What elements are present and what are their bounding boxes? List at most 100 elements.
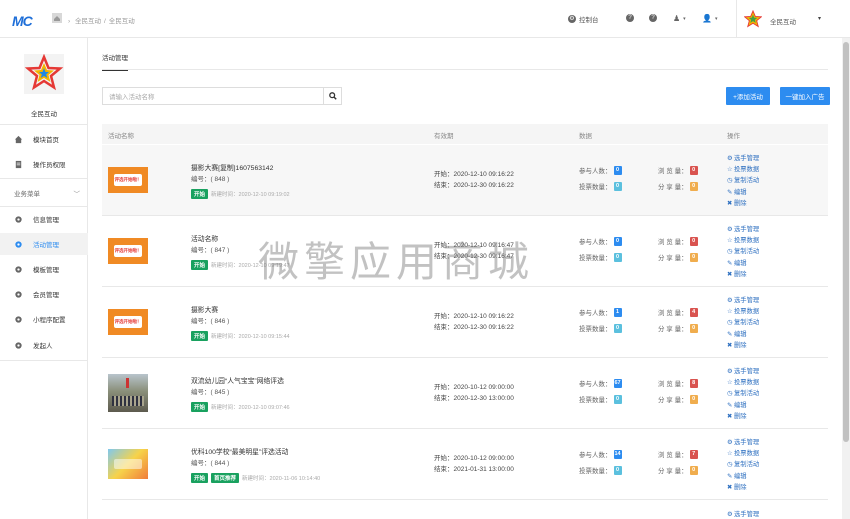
shares-stat: 分 享 量： 0 (658, 181, 698, 191)
row-actions: ⚙选手管理 ☆投票数据 ◷ 复制活动 ✎ 编辑 ✖ 删除 (727, 153, 759, 209)
sidebar-item-operator-permissions[interactable]: 操作员权限 (0, 153, 88, 175)
notification-bell-icon[interactable]: ♟ ▾ (673, 14, 686, 23)
delete-link[interactable]: ✖ 删除 (727, 482, 759, 493)
views-stat: 浏 览 量： 0 (658, 236, 698, 246)
sidebar-item-module-home[interactable]: 模块首页 (0, 128, 88, 150)
manage-contestants-link[interactable]: ⚙选手管理 (727, 437, 759, 448)
gear-icon: ⚙ (727, 297, 733, 304)
vote-data-link[interactable]: ☆投票数据 (727, 164, 759, 175)
star-avatar-icon[interactable] (744, 10, 762, 28)
brand-logo[interactable]: MC (12, 13, 33, 29)
delete-link[interactable]: ✖ 删除 (727, 340, 759, 351)
manage-contestants-link[interactable]: ⚙选手管理 (727, 509, 759, 519)
sidebar-item-activity-management[interactable]: 活动管理 (0, 233, 88, 255)
delete-link[interactable]: ✖ 删除 (727, 411, 759, 422)
sidebar-item-template-management[interactable]: 模板管理 (0, 258, 88, 280)
vote-data-link[interactable]: ☆投票数据 (727, 448, 759, 459)
created-time: 新建时间：2020-12-10 09:07:46 (211, 405, 290, 411)
copy-activity-link[interactable]: ◷ 复制活动 (727, 317, 759, 328)
star-icon: ☆ (727, 379, 733, 387)
gear-icon (15, 215, 22, 223)
search-button[interactable] (323, 88, 341, 104)
row-actions: ⚙选手管理 (727, 509, 759, 519)
activity-thumbnail[interactable]: 评选开始啦！ (108, 309, 148, 335)
activity-number: 编号：( 847 ) (191, 247, 230, 254)
activity-number: 编号：( 845 ) (191, 389, 230, 396)
sidebar-item-initiator[interactable]: 发起人 (0, 334, 88, 356)
activity-title[interactable]: 活动名称 (191, 233, 218, 243)
created-time: 新建时间：2020-12-10 09:19:02 (211, 192, 290, 198)
star-icon: ☆ (727, 450, 733, 458)
console-link[interactable]: ⚙ 控制台 (568, 14, 599, 24)
breadcrumb-item[interactable]: 全民互动 (75, 18, 101, 25)
sidebar-item-info-management[interactable]: 信息管理 (0, 208, 88, 230)
manage-contestants-link[interactable]: ⚙选手管理 (727, 366, 759, 377)
sidebar-item-miniprogram-config[interactable]: 小程序配置 (0, 308, 88, 330)
chevron-down-icon[interactable]: ▾ (818, 15, 821, 22)
add-to-ads-button[interactable]: 一键加入广告 (780, 87, 830, 105)
activity-title[interactable]: 优科100学校“最美明星”评选活动 (191, 446, 288, 456)
close-icon: ✖ (727, 412, 733, 420)
edit-link[interactable]: ✎ 编辑 (727, 258, 759, 269)
manage-contestants-link[interactable]: ⚙选手管理 (727, 153, 759, 164)
scrollbar-thumb[interactable] (843, 42, 849, 442)
end-date: 结束：2021-01-31 13:00:00 (434, 466, 514, 473)
question-icon[interactable]: ? (649, 14, 657, 22)
column-header: 活动名称 (108, 133, 134, 140)
delete-link[interactable]: ✖ 删除 (727, 269, 759, 280)
account-name[interactable]: 全民互动 (770, 16, 796, 26)
activity-thumbnail[interactable] (108, 449, 148, 479)
clock-icon: ◷ (727, 319, 733, 327)
activity-thumbnail[interactable]: 评选开始啦！ (108, 238, 148, 264)
divider (0, 206, 88, 207)
end-date: 结束：2020-12-30 09:16:22 (434, 182, 514, 189)
user-menu-icon[interactable]: 👤 ▾ (702, 14, 717, 23)
sidebar-group-business-menu[interactable]: 业务菜单 ﹀ (14, 188, 84, 198)
activity-title[interactable]: 摄影大赛[复制]1607563142 (191, 162, 273, 172)
status-badge: 开始 (191, 331, 209, 341)
vote-data-link[interactable]: ☆投票数据 (727, 306, 759, 317)
table-row: 评选开始啦！ 摄影大赛 编号：( 846 ) 开始 新建时间：2020-12-1… (102, 287, 828, 358)
copy-activity-link[interactable]: ◷ 复制活动 (727, 175, 759, 186)
activity-title[interactable]: 摄影大赛 (191, 304, 218, 314)
close-icon: ✖ (727, 270, 733, 278)
start-date: 开始：2020-10-12 09:00:00 (434, 384, 514, 391)
gear-icon: ⚙ (727, 368, 733, 375)
table-row: 双流幼儿园“人气宝宝”网络评选 编号：( 845 ) 开始 新建时间：2020-… (102, 358, 828, 429)
views-stat: 浏 览 量： 7 (658, 449, 698, 459)
search-input[interactable]: 请输入活动名称 (102, 87, 342, 105)
created-time: 新建时间：2020-11-06 10:14:40 (242, 476, 321, 482)
delete-link[interactable]: ✖ 删除 (727, 198, 759, 209)
activity-thumbnail[interactable]: 评选开始啦！ (108, 167, 148, 193)
breadcrumb-item[interactable]: 全民互动 (109, 18, 135, 25)
edit-link[interactable]: ✎ 编辑 (727, 187, 759, 198)
sidebar-item-member-management[interactable]: 会员管理 (0, 283, 88, 305)
copy-activity-link[interactable]: ◷ 复制活动 (727, 388, 759, 399)
edit-link[interactable]: ✎ 编辑 (727, 400, 759, 411)
close-icon: ✖ (727, 199, 733, 207)
divider (0, 360, 88, 361)
edit-link[interactable]: ✎ 编辑 (727, 471, 759, 482)
breadcrumb: › 全民互动 / 全民互动 (68, 18, 135, 25)
column-header: 数据 (579, 133, 592, 140)
activity-thumbnail[interactable] (108, 374, 148, 412)
edit-link[interactable]: ✎ 编辑 (727, 329, 759, 340)
add-activity-button[interactable]: +添加活动 (726, 87, 770, 105)
participants-stat: 参与人数： 0 (579, 236, 622, 246)
end-date: 结束：2020-12-30 13:00:00 (434, 395, 514, 402)
manage-contestants-link[interactable]: ⚙选手管理 (727, 295, 759, 306)
activity-title[interactable]: 双流幼儿园“人气宝宝”网络评选 (191, 375, 284, 385)
vote-data-link[interactable]: ☆投票数据 (727, 377, 759, 388)
manage-contestants-link[interactable]: ⚙选手管理 (727, 224, 759, 235)
copy-activity-link[interactable]: ◷ 复制活动 (727, 459, 759, 470)
status-badge: 开始 (191, 189, 209, 199)
home-icon[interactable] (52, 13, 62, 23)
scrollbar[interactable] (842, 38, 850, 519)
vote-data-link[interactable]: ☆投票数据 (727, 235, 759, 246)
gear-icon: ⚙ (727, 226, 733, 233)
help-icon[interactable]: ? (626, 14, 634, 22)
copy-activity-link[interactable]: ◷ 复制活动 (727, 246, 759, 257)
star-icon: ☆ (727, 166, 733, 174)
top-bar: MC › 全民互动 / 全民互动 ⚙ 控制台 ? ? ♟ ▾ 👤 ▾ 全民互动 ▾ (0, 0, 850, 38)
views-stat: 浏 览 量： 8 (658, 378, 698, 388)
